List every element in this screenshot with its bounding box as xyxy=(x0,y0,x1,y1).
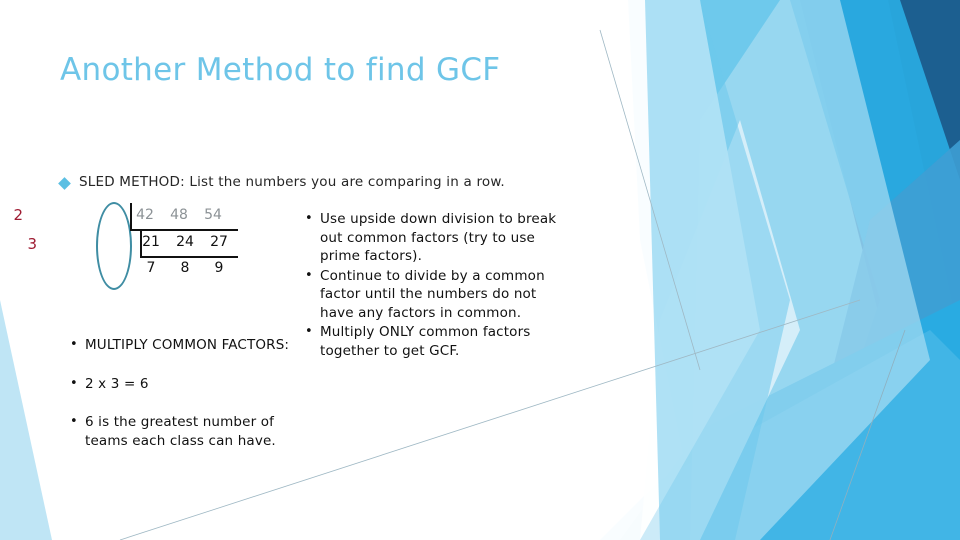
list-item: • 6 is the greatest number of teams each… xyxy=(70,413,300,450)
round-bullet-icon: • xyxy=(305,324,313,339)
number-cell: 8 xyxy=(180,260,190,276)
slide-canvas: Another Method to find GCF SLED METHOD: … xyxy=(0,0,960,540)
list-item-label: 6 is the greatest number of teams each c… xyxy=(85,414,276,449)
divisor-first: 2 xyxy=(13,206,23,224)
number-cell: 48 xyxy=(170,207,188,223)
common-factors-highlight-oval xyxy=(96,202,132,290)
decor-hairline-right xyxy=(829,329,906,540)
left-bullet-list: • MULTIPLY COMMON FACTORS: • 2 x 3 = 6 •… xyxy=(70,336,300,470)
round-bullet-icon: • xyxy=(70,414,78,429)
decor-shape-bright-cyan xyxy=(790,0,960,540)
decor-shape-navy-right xyxy=(820,0,960,300)
round-bullet-icon: • xyxy=(305,267,313,283)
round-bullet-icon: • xyxy=(70,337,78,352)
number-row-original: 42 48 54 xyxy=(128,207,230,223)
list-item-label: Continue to divide by a common factor un… xyxy=(320,267,545,321)
number-cell: 42 xyxy=(136,207,154,223)
lead-bullet-row: SLED METHOD: List the numbers you are co… xyxy=(58,174,505,190)
number-cell: 27 xyxy=(210,234,228,250)
list-item: • 2 x 3 = 6 xyxy=(70,375,300,394)
right-bullet-list: • Use upside down division to break out … xyxy=(305,210,567,361)
decor-shape-brightcyan-low xyxy=(620,300,960,540)
decor-shape-sky-large xyxy=(628,0,900,540)
decor-shape-bottom-left xyxy=(0,300,52,540)
list-item-label: Multiply ONLY common factors together to… xyxy=(320,324,531,359)
decor-shape-midblue xyxy=(790,140,960,540)
list-item-label: Use upside down division to break out co… xyxy=(320,211,557,264)
number-cell: 24 xyxy=(176,234,194,250)
list-item: • Use upside down division to break out … xyxy=(305,210,567,266)
number-cell: 21 xyxy=(142,234,160,250)
decor-shape-sky-slim xyxy=(645,0,790,540)
decor-shape-deepblue xyxy=(700,0,960,420)
decor-hairline-vertical xyxy=(599,29,701,371)
decor-shape-steel xyxy=(742,0,960,540)
number-cell: 54 xyxy=(204,207,222,223)
number-row-step-one: 21 24 27 xyxy=(134,234,236,250)
page-title: Another Method to find GCF xyxy=(60,52,501,88)
list-item: • Continue to divide by a common factor … xyxy=(305,267,567,323)
division-bar-second xyxy=(140,256,238,258)
number-cell: 9 xyxy=(214,260,224,276)
number-row-step-two: 7 8 9 xyxy=(134,260,236,276)
divisor-second: 3 xyxy=(27,235,37,253)
lead-bullet-label: SLED METHOD: List the numbers you are co… xyxy=(79,174,505,190)
round-bullet-icon: • xyxy=(305,211,313,226)
list-item-label: 2 x 3 = 6 xyxy=(85,375,149,392)
list-item: • Multiply ONLY common factors together … xyxy=(305,323,567,360)
decor-shape-sky-low xyxy=(600,330,960,540)
round-bullet-icon: • xyxy=(70,375,78,391)
list-item: • MULTIPLY COMMON FACTORS: xyxy=(70,336,300,355)
list-item-label: MULTIPLY COMMON FACTORS: xyxy=(85,337,290,353)
division-bar-first xyxy=(130,229,238,231)
diamond-bullet-icon xyxy=(58,177,71,190)
number-cell: 7 xyxy=(146,260,156,276)
decor-shape-pale-cyan xyxy=(640,120,800,540)
decor-shape-white-wedge xyxy=(545,0,760,540)
decor-shape-light-cyan xyxy=(690,0,930,540)
